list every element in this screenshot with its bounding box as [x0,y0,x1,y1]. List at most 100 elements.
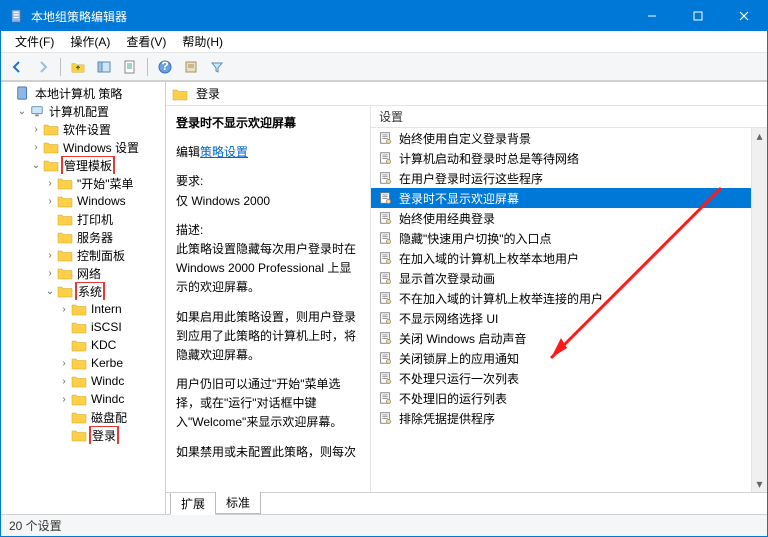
right-pane: 登录 登录时不显示欢迎屏幕 编辑策略设置 要求: 仅 Windows 2000 … [166,82,767,514]
tree-iscsi[interactable]: ▸iSCSI [1,318,165,336]
setting-label: 在加入域的计算机上枚举本地用户 [399,250,579,267]
description-p1: 此策略设置隐藏每次用户登录时在 Windows 2000 Professiona… [176,240,360,298]
menu-view[interactable]: 查看(V) [118,31,174,52]
policy-icon [377,190,393,206]
expand-icon[interactable]: › [57,304,71,315]
expand-icon[interactable]: › [29,142,43,153]
tree-icon [57,230,73,244]
setting-row[interactable]: 关闭锁屏上的应用通知 [371,348,767,368]
expand-icon[interactable]: › [57,394,71,405]
tree-computer-config[interactable]: ⌄计算机配置 [1,102,165,120]
expand-icon[interactable]: ⌄ [29,160,43,171]
tree-label: 控制面板 [75,247,127,264]
export-button[interactable] [179,56,203,78]
setting-label: 排除凭据提供程序 [399,410,495,427]
menu-file[interactable]: 文件(F) [7,31,62,52]
expand-icon[interactable]: › [43,268,57,279]
tree-icon [57,284,73,298]
tree-start-menu[interactable]: ›"开始"菜单 [1,174,165,192]
setting-row[interactable]: 排除凭据提供程序 [371,408,767,428]
filter-button[interactable] [205,56,229,78]
tree-icon [43,140,59,154]
setting-row[interactable]: 关闭 Windows 启动声音 [371,328,767,348]
tree-logon[interactable]: ▸登录 [1,426,165,444]
tree-server[interactable]: ▸服务器 [1,228,165,246]
tree-icon [71,302,87,316]
tree-icon [57,176,73,190]
menu-action[interactable]: 操作(A) [62,31,118,52]
expand-icon[interactable]: ⌄ [43,286,57,297]
setting-row[interactable]: 显示首次登录动画 [371,268,767,288]
expand-icon[interactable]: › [57,358,71,369]
back-button[interactable] [5,56,29,78]
tree-label: 网络 [75,265,103,282]
tree-windc2[interactable]: ›Windc [1,390,165,408]
setting-row[interactable]: 始终使用自定义登录背景 [371,128,767,148]
up-button[interactable] [66,56,90,78]
tree-disk[interactable]: ▸磁盘配 [1,408,165,426]
tree-label: 本地计算机 策略 [33,85,124,102]
policy-icon [377,210,393,226]
setting-row[interactable]: 不处理旧的运行列表 [371,388,767,408]
tree-admin-templates[interactable]: ⌄管理模板 [1,156,165,174]
scroll-up-icon[interactable]: ▴ [752,128,767,144]
tree-network[interactable]: › 网络 [1,264,165,282]
tree-label: 软件设置 [61,121,113,138]
expand-icon[interactable]: › [29,124,43,135]
help-button[interactable]: ? [153,56,177,78]
tree-label: 服务器 [75,229,115,246]
expand-icon[interactable]: › [57,376,71,387]
heading-label: 登录 [196,85,220,102]
app-icon [9,8,25,24]
tree-windows-settings[interactable]: ›Windows 设置 [1,138,165,156]
menu-help[interactable]: 帮助(H) [174,31,231,52]
vertical-scrollbar[interactable]: ▴ ▾ [751,128,767,492]
maximize-button[interactable] [675,1,721,31]
setting-label: 隐藏"快速用户切换"的入口点 [399,230,552,247]
setting-row[interactable]: 不在加入域的计算机上枚举连接的用户 [371,288,767,308]
tree-label: Windc [89,374,126,388]
close-button[interactable] [721,1,767,31]
setting-row[interactable]: 计算机启动和登录时总是等待网络 [371,148,767,168]
expand-icon[interactable]: ⌄ [15,106,29,117]
expand-icon[interactable]: › [43,178,57,189]
expand-icon[interactable]: › [43,196,57,207]
menubar: 文件(F) 操作(A) 查看(V) 帮助(H) [1,31,767,53]
setting-row[interactable]: 在用户登录时运行这些程序 [371,168,767,188]
tab-extended[interactable]: 扩展 [170,493,216,515]
tab-standard[interactable]: 标准 [215,492,261,514]
setting-row[interactable]: 在加入域的计算机上枚举本地用户 [371,248,767,268]
properties-button[interactable] [118,56,142,78]
list-column-header[interactable]: 设置 [371,106,767,128]
setting-row[interactable]: 登录时不显示欢迎屏幕 [371,188,767,208]
policy-icon [377,290,393,306]
tree-kdc[interactable]: ▸KDC [1,336,165,354]
tree-windc1[interactable]: › Windc [1,372,165,390]
tree-icon [57,194,73,208]
tree-icon [71,320,87,334]
minimize-button[interactable] [629,1,675,31]
description-p2: 如果启用此策略设置，则用户登录到应用了此策略的计算机上时，将隐藏欢迎屏幕。 [176,308,360,366]
expand-icon[interactable]: › [43,250,57,261]
forward-button[interactable] [31,56,55,78]
setting-row[interactable]: 不处理只运行一次列表 [371,368,767,388]
tree-printer[interactable]: ▸打印机 [1,210,165,228]
tree-system[interactable]: ⌄系统 [1,282,165,300]
tree-windows-comp[interactable]: ›Windows [1,192,165,210]
tree-intern[interactable]: ›Intern [1,300,165,318]
tree-pane[interactable]: ▸本地计算机 策略⌄计算机配置 › 软件设置›Windows 设置⌄管理模板›"开始… [1,82,166,514]
tree-root[interactable]: ▸本地计算机 策略 [1,84,165,102]
tree-kerberos[interactable]: ›Kerbe [1,354,165,372]
edit-policy-link[interactable]: 策略设置 [200,145,248,159]
setting-row[interactable]: 隐藏"快速用户切换"的入口点 [371,228,767,248]
scroll-down-icon[interactable]: ▾ [752,476,767,492]
tree-control-panel[interactable]: › 控制面板 [1,246,165,264]
tree-icon [71,392,87,406]
settings-list[interactable]: 始终使用自定义登录背景计算机启动和登录时总是等待网络在用户登录时运行这些程序登录… [371,128,767,492]
setting-row[interactable]: 不显示网络选择 UI [371,308,767,328]
titlebar: 本地组策略编辑器 [1,1,767,31]
setting-row[interactable]: 始终使用经典登录 [371,208,767,228]
tree-software[interactable]: › 软件设置 [1,120,165,138]
show-hide-tree-button[interactable] [92,56,116,78]
svg-text:?: ? [161,60,168,73]
